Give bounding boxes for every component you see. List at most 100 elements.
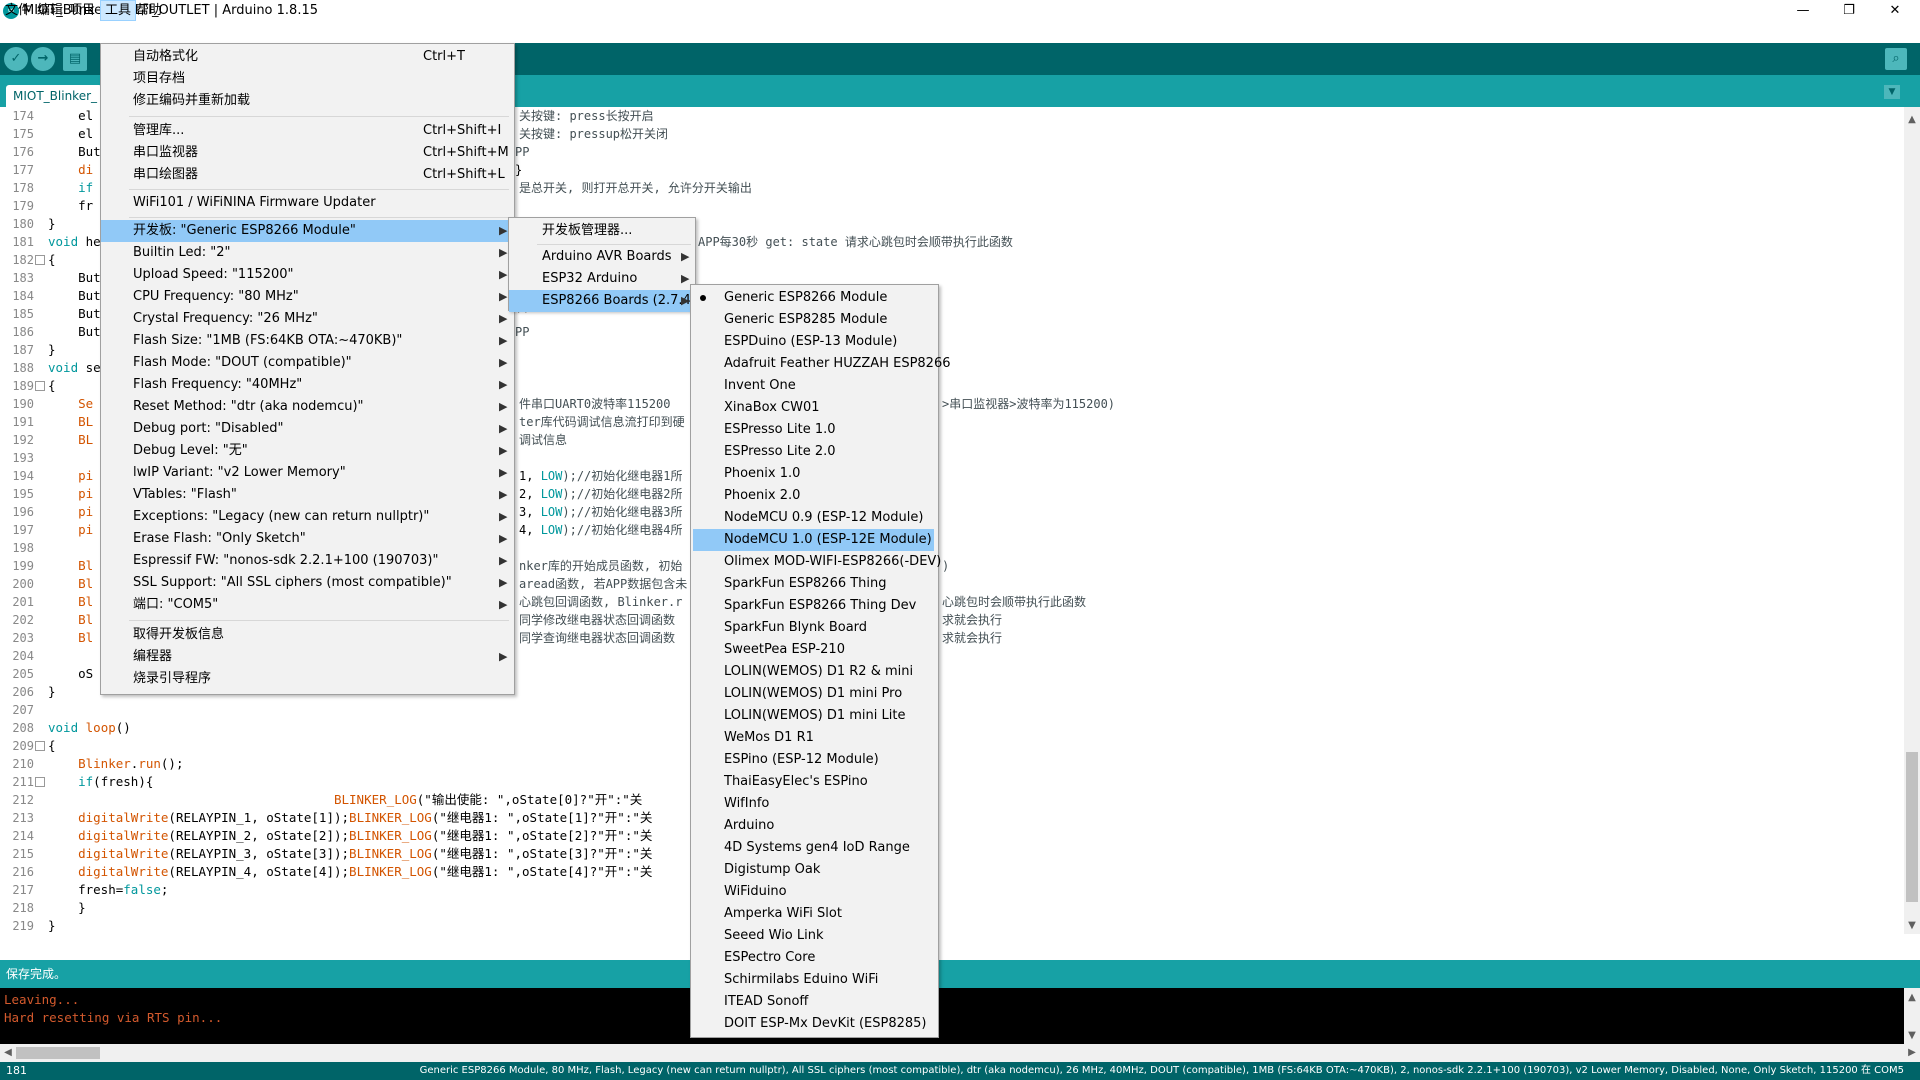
tools-menu-item[interactable]: Flash Mode: "DOUT (compatible)" ▶	[101, 352, 512, 374]
menu-separator	[537, 244, 691, 245]
esp8266-board-option[interactable]: ESPresso Lite 1.0	[691, 419, 936, 441]
tools-menu-item[interactable]: 项目存档	[101, 68, 512, 90]
console-horizontal-scrollbar[interactable]	[0, 1044, 1920, 1062]
tools-menu-item[interactable]: 取得开发板信息	[101, 624, 512, 646]
tools-menu-item[interactable]: 端口: "COM5" ▶	[101, 594, 512, 616]
esp8266-board-option[interactable]: ESPDuino (ESP-13 Module)	[691, 331, 936, 353]
maximize-button[interactable]: ❐	[1826, 0, 1872, 22]
esp8266-board-option[interactable]: NodeMCU 1.0 (ESP-12E Module)	[693, 529, 934, 551]
tools-menu-item[interactable]: Reset Method: "dtr (aka nodemcu)" ▶	[101, 396, 512, 418]
esp8266-board-option[interactable]: Generic ESP8266 Module	[691, 287, 936, 309]
tools-menu-item[interactable]: 开发板: "Generic ESP8266 Module" ▶	[101, 220, 512, 242]
esp8266-board-option[interactable]: Seeed Wio Link	[691, 925, 936, 947]
selected-radio-icon	[700, 295, 706, 301]
tools-menu-item[interactable]: 编程器 ▶	[101, 646, 512, 668]
esp8266-board-option[interactable]: Invent One	[691, 375, 936, 397]
esp8266-board-option[interactable]: Schirmilabs Eduino WiFi	[691, 969, 936, 991]
esp8266-board-option[interactable]: ESPresso Lite 2.0	[691, 441, 936, 463]
menu-help[interactable]: 帮助	[132, 1, 166, 20]
esp8266-board-option[interactable]: Phoenix 2.0	[691, 485, 936, 507]
code-token: fresh=	[78, 882, 124, 897]
esp8266-board-option[interactable]: 4D Systems gen4 IoD Range	[691, 837, 936, 859]
esp8266-board-option[interactable]: ThaiEasyElec's ESPino	[691, 771, 936, 793]
boards-submenu-item[interactable]: 开发板管理器...	[509, 220, 693, 242]
boards-submenu-item[interactable]: ESP32 Arduino ▶	[509, 268, 693, 290]
menu-tools[interactable]: 工具	[100, 0, 137, 21]
esp8266-board-option[interactable]: WifInfo	[691, 793, 936, 815]
verify-button[interactable]: ✓	[4, 47, 28, 71]
new-sketch-button[interactable]: ▤	[63, 47, 87, 71]
esp8266-board-option[interactable]: Adafruit Feather HUZZAH ESP8266	[691, 353, 951, 375]
esp8266-board-option[interactable]: NodeMCU 0.9 (ESP-12 Module)	[691, 507, 936, 529]
tools-menu-item[interactable]: Debug port: "Disabled" ▶	[101, 418, 512, 440]
tab-menu-icon[interactable]: ▼	[1884, 85, 1900, 99]
code-token: LOW	[540, 523, 563, 537]
tools-menu-item[interactable]: 烧录引导程序	[101, 668, 512, 690]
menu-sketch[interactable]: 项目	[65, 1, 99, 20]
tools-menu-item[interactable]: Flash Frequency: "40MHz" ▶	[101, 374, 512, 396]
tools-menu-item[interactable]: Crystal Frequency: "26 MHz" ▶	[101, 308, 512, 330]
close-button[interactable]: ✕	[1872, 0, 1918, 22]
tools-menu-item[interactable]: Espressif FW: "nonos-sdk 2.2.1+100 (1907…	[101, 550, 512, 572]
esp8266-board-option[interactable]: ITEAD Sonoff	[691, 991, 936, 1013]
tools-menu-item[interactable]: SSL Support: "All SSL ciphers (most comp…	[101, 572, 512, 594]
scroll-down-icon[interactable]: ▼	[1904, 918, 1920, 934]
serial-monitor-button[interactable]: ⌕	[1885, 48, 1907, 70]
esp8266-board-option[interactable]: SparkFun ESP8266 Thing	[691, 573, 936, 595]
console-horizontal-scroll-thumb[interactable]	[16, 1047, 100, 1059]
esp8266-board-option[interactable]: Amperka WiFi Slot	[691, 903, 936, 925]
esp8266-board-option[interactable]: LOLIN(WEMOS) D1 mini Pro	[691, 683, 936, 705]
esp8266-board-option[interactable]: ESPino (ESP-12 Module)	[691, 749, 936, 771]
esp8266-board-option[interactable]: Olimex MOD-WIFI-ESP8266(-DEV)	[691, 551, 941, 573]
submenu-arrow-icon: ▶	[499, 576, 508, 589]
editor-vertical-scroll-thumb[interactable]	[1906, 752, 1918, 902]
tools-menu-item[interactable]: Upload Speed: "115200" ▶	[101, 264, 512, 286]
esp8266-board-option[interactable]: ESPectro Core	[691, 947, 936, 969]
boards-submenu-item[interactable]: Arduino AVR Boards ▶	[509, 246, 693, 268]
tools-menu-item[interactable]: Exceptions: "Legacy (new can return null…	[101, 506, 512, 528]
tools-menu-item[interactable]: 管理库... Ctrl+Shift+I	[101, 120, 512, 142]
tools-menu-item[interactable]: Debug Level: "无" ▶	[101, 440, 512, 462]
tools-menu-item[interactable]: 修正编码并重新加载	[101, 90, 512, 112]
esp8266-board-option[interactable]: DOIT ESP-Mx DevKit (ESP8285)	[691, 1013, 936, 1035]
esp8266-board-option[interactable]: SparkFun ESP8266 Thing Dev	[691, 595, 936, 617]
tools-menu-item[interactable]: lwIP Variant: "v2 Lower Memory" ▶	[101, 462, 512, 484]
esp8266-board-option[interactable]: Phoenix 1.0	[691, 463, 936, 485]
minimize-button[interactable]: —	[1780, 0, 1826, 22]
tools-menu-item[interactable]: 自动格式化 Ctrl+T	[101, 46, 512, 68]
console-scroll-left-icon[interactable]: ◀	[0, 1045, 16, 1061]
console-scroll-down-icon[interactable]: ▼	[1904, 1028, 1920, 1044]
tools-menu-item[interactable]: Erase Flash: "Only Sketch" ▶	[101, 528, 512, 550]
code-token: di	[78, 162, 94, 177]
esp8266-board-option[interactable]: Arduino	[691, 815, 936, 837]
esp8266-board-option[interactable]: LOLIN(WEMOS) D1 mini Lite	[691, 705, 936, 727]
esp8266-board-option[interactable]: SparkFun Blynk Board	[691, 617, 936, 639]
tools-menu-item[interactable]: 串口绘图器 Ctrl+Shift+L	[101, 164, 512, 186]
menu-item-label: 取得开发板信息	[133, 627, 225, 642]
tools-menu-item[interactable]: 串口监视器 Ctrl+Shift+M	[101, 142, 512, 164]
scroll-up-icon[interactable]: ▲	[1904, 112, 1920, 128]
console-scroll-right-icon[interactable]: ▶	[1904, 1045, 1920, 1061]
esp8266-board-option[interactable]: LOLIN(WEMOS) D1 R2 & mini	[691, 661, 936, 683]
tools-menu-item[interactable]: CPU Frequency: "80 MHz" ▶	[101, 286, 512, 308]
esp8266-board-option[interactable]: XinaBox CW01	[691, 397, 936, 419]
tools-menu-item[interactable]: Flash Size: "1MB (FS:64KB OTA:~470KB)" ▶	[101, 330, 512, 352]
esp8266-board-option[interactable]: WiFiduino	[691, 881, 936, 903]
tools-menu-item[interactable]: WiFi101 / WiFiNINA Firmware Updater	[101, 192, 512, 214]
upload-button[interactable]: →	[31, 47, 55, 71]
esp8266-board-option[interactable]: SweetPea ESP-210	[691, 639, 936, 661]
esp8266-board-option[interactable]: WeMos D1 R1	[691, 727, 936, 749]
menu-bar	[0, 22, 1920, 43]
esp8266-board-option[interactable]: Digistump Oak	[691, 859, 936, 881]
boards-submenu-item[interactable]: ESP8266 Boards (2.7.4) ▶	[509, 290, 696, 312]
menu-file[interactable]: 文件	[1, 1, 35, 20]
tools-menu-item[interactable]: VTables: "Flash" ▶	[101, 484, 512, 506]
menu-edit[interactable]: 编辑	[33, 1, 67, 20]
console-scroll-up-icon[interactable]: ▲	[1904, 990, 1920, 1006]
tools-menu-item[interactable]: Builtin Led: "2" ▶	[101, 242, 512, 264]
esp8266-board-option[interactable]: Generic ESP8285 Module	[691, 309, 936, 331]
submenu-arrow-icon: ▶	[499, 444, 508, 457]
